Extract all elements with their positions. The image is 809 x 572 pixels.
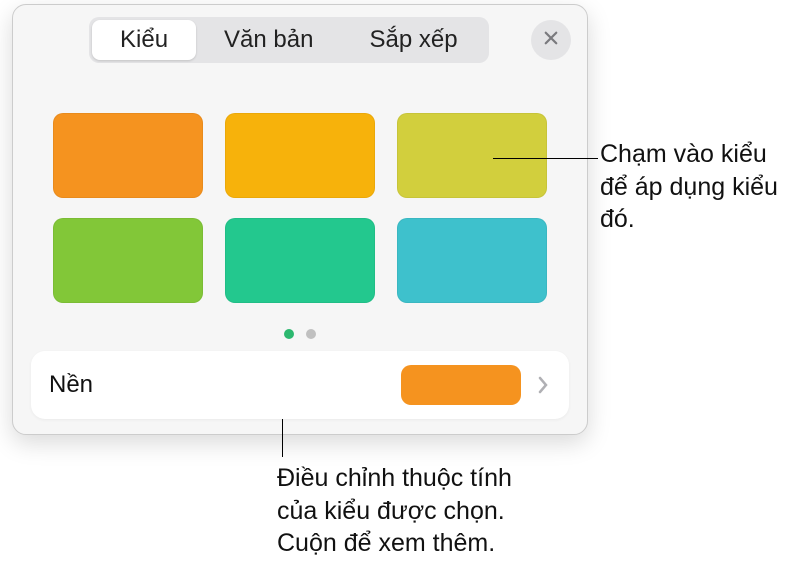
tab-segmented-control: Kiểu Văn bản Sắp xếp [89, 17, 489, 63]
callout-text: Điều chỉnh thuộc tính của kiểu được chọn… [277, 462, 557, 560]
style-swatch[interactable] [397, 113, 547, 198]
panel-header: Kiểu Văn bản Sắp xếp [13, 5, 587, 71]
close-button[interactable] [531, 20, 571, 60]
callout-text: Chạm vào kiểu để áp dụng kiểu đó. [600, 138, 800, 236]
callout-leader [493, 158, 598, 159]
close-icon [542, 29, 560, 52]
page-dot[interactable] [306, 329, 316, 339]
page-dots [13, 319, 587, 351]
style-swatch[interactable] [397, 218, 547, 303]
tab-style[interactable]: Kiểu [92, 20, 196, 60]
chevron-right-icon [537, 375, 551, 395]
background-row[interactable]: Nền [31, 351, 569, 419]
callout-leader [282, 419, 283, 457]
style-swatch[interactable] [225, 113, 375, 198]
background-preview [401, 365, 521, 405]
page-dot[interactable] [284, 329, 294, 339]
style-swatch[interactable] [53, 113, 203, 198]
style-swatch[interactable] [53, 218, 203, 303]
tab-text[interactable]: Văn bản [196, 20, 341, 60]
tab-arrange[interactable]: Sắp xếp [341, 20, 485, 60]
style-swatch[interactable] [225, 218, 375, 303]
style-swatch-grid [13, 71, 587, 319]
format-panel: Kiểu Văn bản Sắp xếp Nền [12, 4, 588, 435]
background-label: Nền [49, 371, 93, 399]
